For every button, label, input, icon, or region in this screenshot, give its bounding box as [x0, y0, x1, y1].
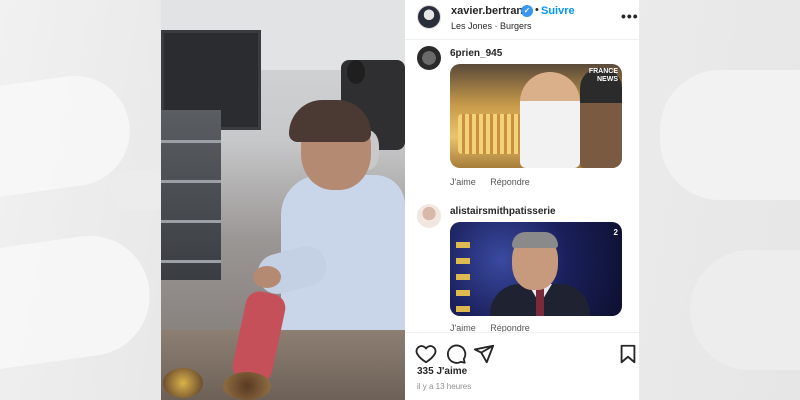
burger	[163, 368, 203, 398]
share-icon[interactable]	[473, 343, 495, 365]
channel-badge: 2	[613, 228, 618, 237]
microphone	[347, 60, 365, 84]
follow-button[interactable]: Suivre	[541, 5, 575, 17]
post-location[interactable]: Les Jones · Burgers	[451, 21, 532, 31]
person	[520, 72, 580, 168]
studio-lights	[456, 242, 470, 316]
comment-media-image[interactable]: FRANCE NEWS	[450, 64, 622, 168]
comment-username[interactable]: 6prien_945	[450, 48, 502, 59]
channel-logo-line1: FRANCE	[588, 68, 618, 75]
tie	[536, 288, 544, 316]
fryer	[458, 114, 528, 154]
instagram-post-panel: xavier.bertrand ✓ • Suivre Les Jones · B…	[405, 0, 639, 400]
comment-actions: J'aime Répondre	[450, 177, 542, 187]
separator: •	[535, 4, 539, 16]
channel-logo: FRANCE NEWS	[589, 68, 618, 84]
video-frame[interactable]	[161, 0, 405, 400]
likes-count[interactable]: 335 J'aime	[417, 366, 467, 377]
burger	[223, 372, 271, 400]
avatar[interactable]	[417, 5, 441, 29]
comment-username[interactable]: alistairsmithpatisserie	[450, 206, 556, 217]
person-hand	[253, 266, 281, 288]
more-options-icon[interactable]: •••	[621, 8, 639, 24]
comment-icon[interactable]	[445, 343, 467, 365]
watermark-shape	[0, 228, 158, 372]
heart-icon[interactable]	[415, 343, 437, 365]
reply-button[interactable]: Répondre	[490, 177, 530, 187]
like-comment-button[interactable]: J'aime	[450, 177, 476, 187]
post-timestamp: il y a 13 heures	[417, 382, 472, 391]
kitchen-shelf	[161, 110, 221, 280]
avatar[interactable]	[417, 204, 441, 228]
avatar[interactable]	[417, 46, 441, 70]
comment-media-image[interactable]: 2	[450, 222, 622, 316]
verified-badge-icon: ✓	[521, 5, 533, 17]
post-username[interactable]: xavier.bertrand	[451, 5, 530, 17]
channel-logo-line2: NEWS	[597, 76, 618, 83]
post-header: xavier.bertrand ✓ • Suivre Les Jones · B…	[405, 0, 639, 40]
person-hair	[512, 232, 558, 248]
background-margin	[639, 0, 800, 400]
bookmark-icon[interactable]	[617, 343, 639, 365]
